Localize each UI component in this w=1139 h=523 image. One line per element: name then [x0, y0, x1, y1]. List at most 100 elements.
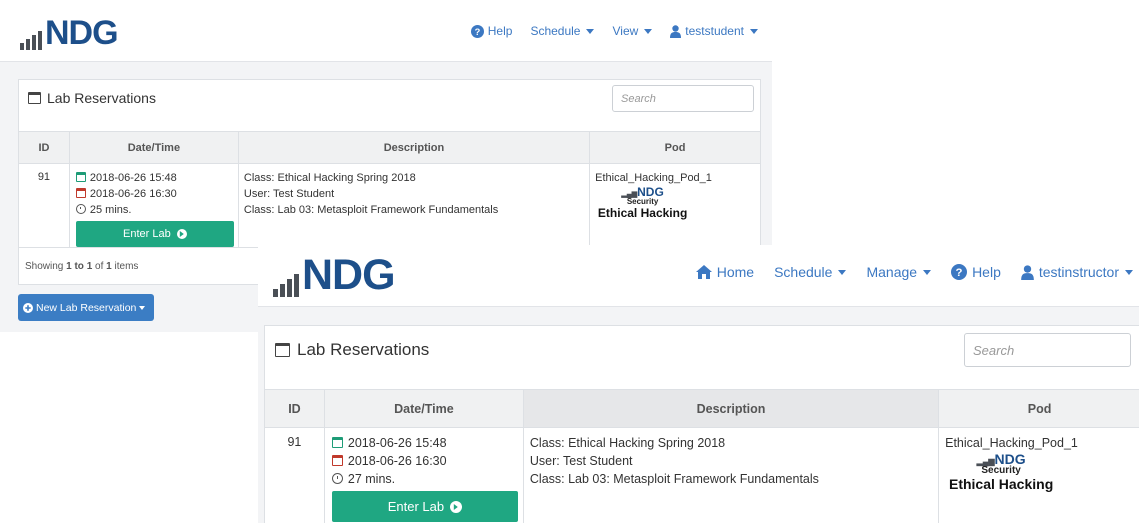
class-line: Class: Ethical Hacking Spring 2018 — [529, 436, 726, 450]
user-line: User: Test Student — [243, 188, 335, 200]
home-icon — [695, 265, 712, 279]
help-circle-icon: ? — [951, 264, 968, 280]
arrow-circle-right-icon — [176, 229, 187, 239]
user-icon — [1021, 264, 1034, 280]
ndg-logo[interactable]: NDG — [273, 254, 396, 297]
chevron-down-icon — [139, 305, 146, 310]
help-circle-icon: ? — [470, 24, 484, 38]
enter-lab-label: Enter Lab — [123, 228, 171, 240]
datetime-cell: 2018-06-26 15:48 2018-06-26 16:30 27 min… — [323, 427, 524, 523]
search-placeholder: Search — [973, 342, 1015, 358]
column-header-id[interactable]: ID — [18, 131, 70, 164]
search-input[interactable]: Search — [612, 85, 754, 112]
calendar-icon — [28, 92, 41, 104]
column-header-datetime[interactable]: Date/Time — [323, 389, 524, 428]
calendar-icon — [275, 343, 290, 357]
start-time-text: 2018-06-26 15:48 — [347, 436, 447, 450]
enter-lab-label: Enter Lab — [387, 498, 445, 514]
description-cell: Class: Ethical Hacking Spring 2018 User:… — [522, 427, 940, 523]
calendar-start-icon — [331, 437, 343, 448]
pod-security-label: Security — [981, 465, 1021, 476]
duration-text: 27 mins. — [347, 472, 396, 486]
pod-course-label: Ethical Hacking — [597, 206, 688, 220]
pod-course-logo: ▂▄▆NDG Security Ethical Hacking — [595, 186, 690, 219]
instructor-navbar: NDG Home Schedule Manage ? Help testinst… — [258, 245, 1139, 307]
chevron-down-icon — [1125, 269, 1133, 275]
new-lab-reservation-button[interactable]: New Lab Reservation — [18, 294, 154, 321]
card-title: Lab Reservations — [28, 90, 156, 106]
logo-text: NDG — [45, 14, 119, 52]
reservations-table: ID Date/Time Description Pod 91 2018-06-… — [18, 131, 761, 248]
table-row: 91 2018-06-26 15:48 2018-06-26 16:30 27 … — [264, 427, 1139, 523]
help-label: Help — [487, 24, 513, 38]
instructor-window: NDG Home Schedule Manage ? Help testinst… — [258, 245, 1139, 523]
user-menu[interactable]: teststudent — [670, 24, 758, 38]
items-text: items — [114, 261, 139, 272]
instructor-nav: Home Schedule Manage ? Help testinstruct… — [695, 264, 1133, 280]
column-header-description[interactable]: Description — [237, 131, 591, 164]
logo-bars-icon — [273, 274, 302, 297]
enter-lab-button[interactable]: Enter Lab — [75, 221, 234, 247]
table-header-row: ID Date/Time Description Pod — [264, 389, 1139, 428]
ndg-logo[interactable]: NDG — [20, 14, 119, 52]
pod-name: Ethical_Hacking_Pod_1 — [595, 172, 712, 184]
search-input[interactable]: Search — [964, 333, 1131, 367]
manage-menu[interactable]: Manage — [866, 264, 932, 280]
help-link[interactable]: ? Help — [470, 24, 513, 38]
class-line: Class: Ethical Hacking Spring 2018 — [243, 172, 416, 184]
of-text: of — [95, 261, 104, 272]
datetime-cell: 2018-06-26 15:48 2018-06-26 16:30 25 min… — [68, 163, 239, 248]
start-time-text: 2018-06-26 15:48 — [89, 172, 177, 184]
duration: 25 mins. — [75, 202, 234, 218]
pod-logo-ndg: ▂▄▆NDG — [977, 452, 1026, 466]
user-label: testinstructor — [1038, 264, 1119, 280]
total-text: 1 — [106, 261, 112, 272]
pod-security-label: Security — [626, 197, 659, 206]
logo-bars-icon — [20, 31, 45, 50]
lab-line: Class: Lab 03: Metasploit Framework Fund… — [529, 472, 819, 486]
manage-label: Manage — [866, 264, 918, 280]
pod-cell: Ethical_Hacking_Pod_1 ▂▄▆NDG Security Et… — [589, 163, 761, 248]
chevron-down-icon — [923, 269, 932, 275]
start-time: 2018-06-26 15:48 — [75, 170, 234, 186]
duration: 27 mins. — [331, 470, 518, 488]
schedule-label: Schedule — [774, 264, 833, 280]
schedule-label: Schedule — [530, 24, 581, 38]
arrow-circle-right-icon — [450, 500, 463, 513]
reservation-id: 91 — [264, 427, 325, 523]
help-link[interactable]: ? Help — [951, 264, 1001, 280]
user-line: User: Test Student — [529, 454, 633, 468]
clock-icon — [75, 204, 86, 214]
svg-text:?: ? — [474, 26, 480, 36]
view-label: View — [612, 24, 639, 38]
pod-course-label: Ethical Hacking — [948, 476, 1054, 492]
home-link[interactable]: Home — [695, 264, 755, 280]
home-label: Home — [716, 264, 755, 280]
reservation-id: 91 — [18, 163, 70, 248]
user-label: teststudent — [685, 24, 744, 38]
view-menu[interactable]: View — [612, 24, 653, 38]
chevron-down-icon — [586, 28, 595, 34]
column-header-datetime[interactable]: Date/Time — [68, 131, 239, 164]
column-header-pod[interactable]: Pod — [589, 131, 761, 164]
table-row: 91 2018-06-26 15:48 2018-06-26 16:30 25 … — [18, 163, 761, 248]
column-header-description[interactable]: Description — [522, 389, 940, 428]
duration-text: 25 mins. — [89, 204, 132, 216]
table-header-row: ID Date/Time Description Pod — [18, 131, 761, 164]
chevron-down-icon — [750, 28, 758, 34]
end-time: 2018-06-26 16:30 — [75, 186, 234, 202]
user-menu[interactable]: testinstructor — [1021, 264, 1133, 280]
end-time-text: 2018-06-26 16:30 — [347, 454, 447, 468]
pagination-summary: Showing 1 to 1 of 1 items — [25, 261, 138, 272]
instructor-reservations-card: Lab Reservations Search ID Date/Time Des… — [264, 325, 1139, 523]
column-header-pod[interactable]: Pod — [938, 389, 1139, 428]
enter-lab-button[interactable]: Enter Lab — [331, 491, 518, 522]
schedule-menu[interactable]: Schedule — [530, 24, 595, 38]
calendar-end-icon — [331, 455, 343, 466]
card-title-text: Lab Reservations — [297, 340, 430, 359]
range-text: 1 to 1 — [66, 261, 93, 272]
schedule-menu[interactable]: Schedule — [774, 264, 847, 280]
user-icon — [670, 24, 682, 38]
calendar-start-icon — [75, 172, 86, 182]
column-header-id[interactable]: ID — [264, 389, 325, 428]
